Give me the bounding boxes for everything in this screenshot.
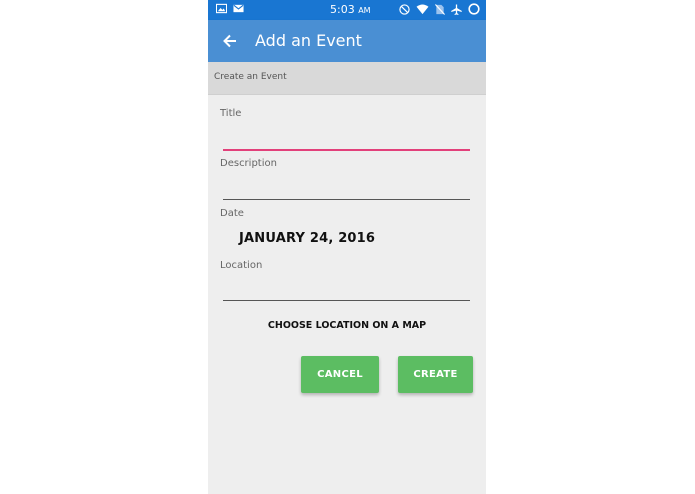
- create-button[interactable]: CREATE: [398, 356, 473, 393]
- phone-screen: 5:03 AM Add an Event Create an Event Tit…: [208, 0, 486, 494]
- image-icon: [216, 3, 227, 14]
- arrow-back-icon[interactable]: [220, 31, 240, 51]
- mail-icon: [233, 4, 244, 13]
- description-underline: [223, 199, 470, 200]
- section-header-label: Create an Event: [214, 72, 287, 82]
- section-header: Create an Event: [208, 62, 486, 95]
- date-picker-value[interactable]: JANUARY 24, 2016: [239, 231, 375, 246]
- circle-icon: [468, 3, 480, 15]
- title-label: Title: [220, 108, 242, 119]
- do-not-disturb-icon: [399, 3, 410, 15]
- status-right-icons: [399, 3, 480, 15]
- status-bar: 5:03 AM: [208, 0, 486, 20]
- location-input[interactable]: [223, 276, 470, 298]
- status-time: 5:03 AM: [330, 3, 371, 18]
- location-label: Location: [220, 260, 263, 271]
- choose-location-map-button[interactable]: CHOOSE LOCATION ON A MAP: [208, 320, 486, 331]
- description-label: Description: [220, 158, 277, 169]
- no-sim-icon: [435, 3, 445, 15]
- location-underline: [223, 300, 470, 301]
- date-label: Date: [220, 208, 244, 219]
- title-underline: [223, 149, 470, 151]
- page-title: Add an Event: [255, 31, 362, 50]
- status-time-ampm: AM: [358, 6, 371, 15]
- wifi-icon: [416, 3, 429, 14]
- description-input[interactable]: [223, 174, 470, 196]
- status-left-icons: [216, 3, 244, 14]
- status-time-value: 5:03: [330, 3, 355, 16]
- airplane-icon: [451, 3, 462, 15]
- cancel-button[interactable]: CANCEL: [301, 356, 379, 393]
- title-input[interactable]: [223, 124, 470, 146]
- app-bar: Add an Event: [208, 20, 486, 62]
